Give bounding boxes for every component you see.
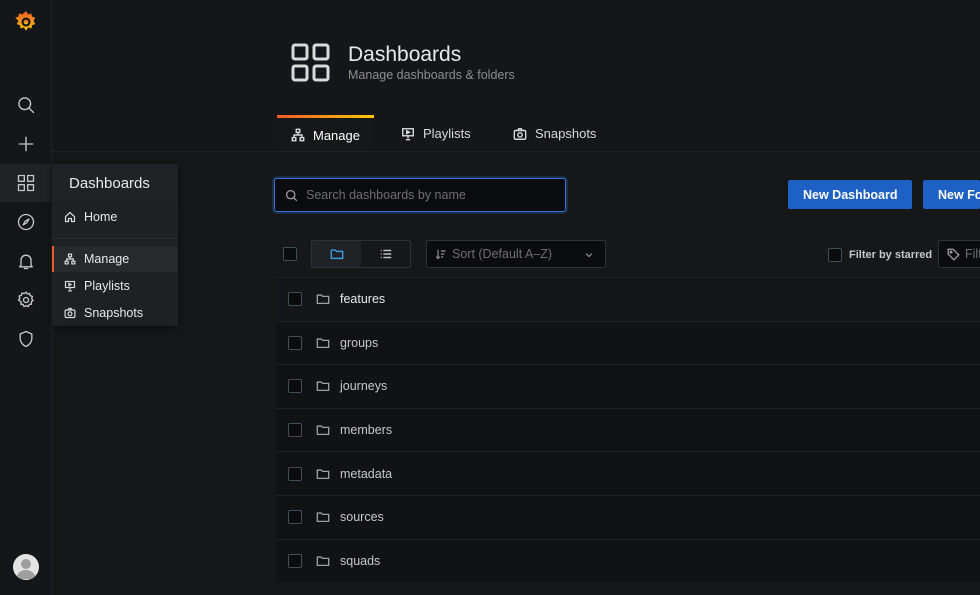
user-avatar[interactable]	[13, 554, 39, 580]
tab-manage-label: Manage	[313, 127, 360, 143]
tag-icon	[947, 248, 960, 261]
row-checkbox[interactable]	[288, 335, 302, 350]
search-field[interactable]	[274, 178, 566, 212]
flyout-item-manage[interactable]: Manage	[52, 246, 178, 272]
folder-icon	[316, 381, 330, 392]
flyout-item-label: Snapshots	[84, 306, 144, 320]
row-checkbox[interactable]	[288, 379, 302, 394]
filter-starred-checkbox[interactable]	[828, 248, 842, 262]
flyout-divider	[52, 238, 178, 239]
tag-filter-placeholder: Filt	[965, 247, 980, 261]
new-dashboard-button[interactable]: New Dashboard	[788, 180, 913, 209]
flyout-item-label: Home	[84, 210, 118, 224]
filter-by-starred[interactable]: Filter by starred	[828, 248, 932, 262]
shield-icon[interactable]	[0, 320, 52, 358]
search-icon	[285, 189, 298, 201]
folder-icon	[316, 556, 330, 566]
tab-snapshots-label: Snapshots	[535, 126, 597, 141]
list-view-button[interactable]	[361, 241, 410, 267]
list-item[interactable]: groups	[276, 320, 980, 365]
flyout-title[interactable]: Dashboards	[52, 164, 178, 202]
row-checkbox[interactable]	[288, 292, 302, 307]
list-item[interactable]: squads	[276, 538, 980, 583]
tab-playlists-label: Playlists	[423, 126, 471, 141]
dashboards-icon[interactable]	[0, 164, 52, 202]
camera-icon	[513, 127, 527, 140]
sitemap-icon	[64, 253, 76, 265]
row-checkbox[interactable]	[288, 553, 302, 568]
folder-name[interactable]: squads	[340, 554, 380, 568]
list-icon	[380, 249, 391, 259]
folder-icon	[330, 249, 343, 260]
folder-name[interactable]: groups	[340, 336, 378, 350]
grafana-logo-icon[interactable]	[0, 3, 52, 41]
camera-icon	[64, 307, 76, 319]
list-item[interactable]: metadata	[276, 451, 980, 495]
search-icon[interactable]	[0, 86, 52, 124]
flyout-item-label: Manage	[84, 252, 130, 266]
folder-view-button[interactable]	[312, 241, 361, 267]
folder-name[interactable]: features	[340, 292, 385, 306]
side-menu	[0, 0, 52, 595]
new-folder-button[interactable]: New Fo	[923, 180, 980, 209]
folder-name[interactable]: journeys	[340, 379, 387, 393]
row-checkbox[interactable]	[288, 423, 302, 438]
list-item[interactable]: features	[276, 277, 980, 321]
explore-compass-icon[interactable]	[0, 203, 52, 241]
filter-starred-label: Filter by starred	[849, 249, 933, 261]
row-checkbox[interactable]	[288, 510, 302, 525]
presentation-icon	[402, 127, 414, 140]
folder-icon	[316, 512, 330, 523]
flyout-item-playlists[interactable]: Playlists	[52, 273, 178, 299]
view-toggle	[311, 240, 411, 268]
list-item[interactable]: members	[276, 407, 980, 452]
dashboards-flyout-menu: Dashboards Home Manage Playlists Snapsho…	[52, 164, 178, 326]
sort-icon	[435, 249, 446, 260]
flyout-item-snapshots[interactable]: Snapshots	[52, 300, 178, 326]
folder-list: features groups journeys members metadat…	[276, 277, 980, 583]
select-all-checkbox[interactable]	[283, 247, 297, 261]
folder-name[interactable]: members	[340, 423, 392, 437]
row-checkbox[interactable]	[288, 466, 302, 481]
tab-manage[interactable]: Manage	[277, 115, 374, 152]
configuration-gear-icon[interactable]	[0, 281, 52, 319]
tab-divider	[52, 151, 980, 152]
search-input[interactable]	[306, 188, 556, 202]
sort-value: Sort (Default A–Z)	[452, 247, 553, 261]
tab-snapshots[interactable]: Snapshots	[513, 115, 596, 152]
presentation-icon	[64, 280, 76, 292]
folder-name[interactable]: metadata	[340, 467, 392, 481]
alerting-bell-icon[interactable]	[0, 242, 52, 280]
plus-icon[interactable]	[0, 125, 52, 163]
sitemap-icon	[291, 128, 305, 142]
tag-filter-select[interactable]: Filt	[938, 240, 980, 268]
list-item[interactable]: sources	[276, 494, 980, 539]
folder-icon	[316, 294, 330, 305]
tab-playlists[interactable]: Playlists	[401, 115, 471, 152]
folder-icon	[316, 425, 330, 436]
folder-name[interactable]: sources	[340, 510, 384, 524]
folder-icon	[316, 338, 330, 348]
chevron-down-icon	[585, 253, 593, 258]
home-icon	[64, 211, 76, 223]
flyout-item-home[interactable]: Home	[52, 204, 178, 230]
page-title: Dashboards	[348, 43, 462, 66]
page-subtitle: Manage dashboards & folders	[348, 68, 515, 82]
dashboards-header-icon	[290, 42, 332, 84]
sort-select[interactable]: Sort (Default A–Z)	[426, 240, 606, 268]
folder-icon	[316, 469, 330, 479]
flyout-item-label: Playlists	[84, 279, 130, 293]
list-item[interactable]: journeys	[276, 364, 980, 408]
